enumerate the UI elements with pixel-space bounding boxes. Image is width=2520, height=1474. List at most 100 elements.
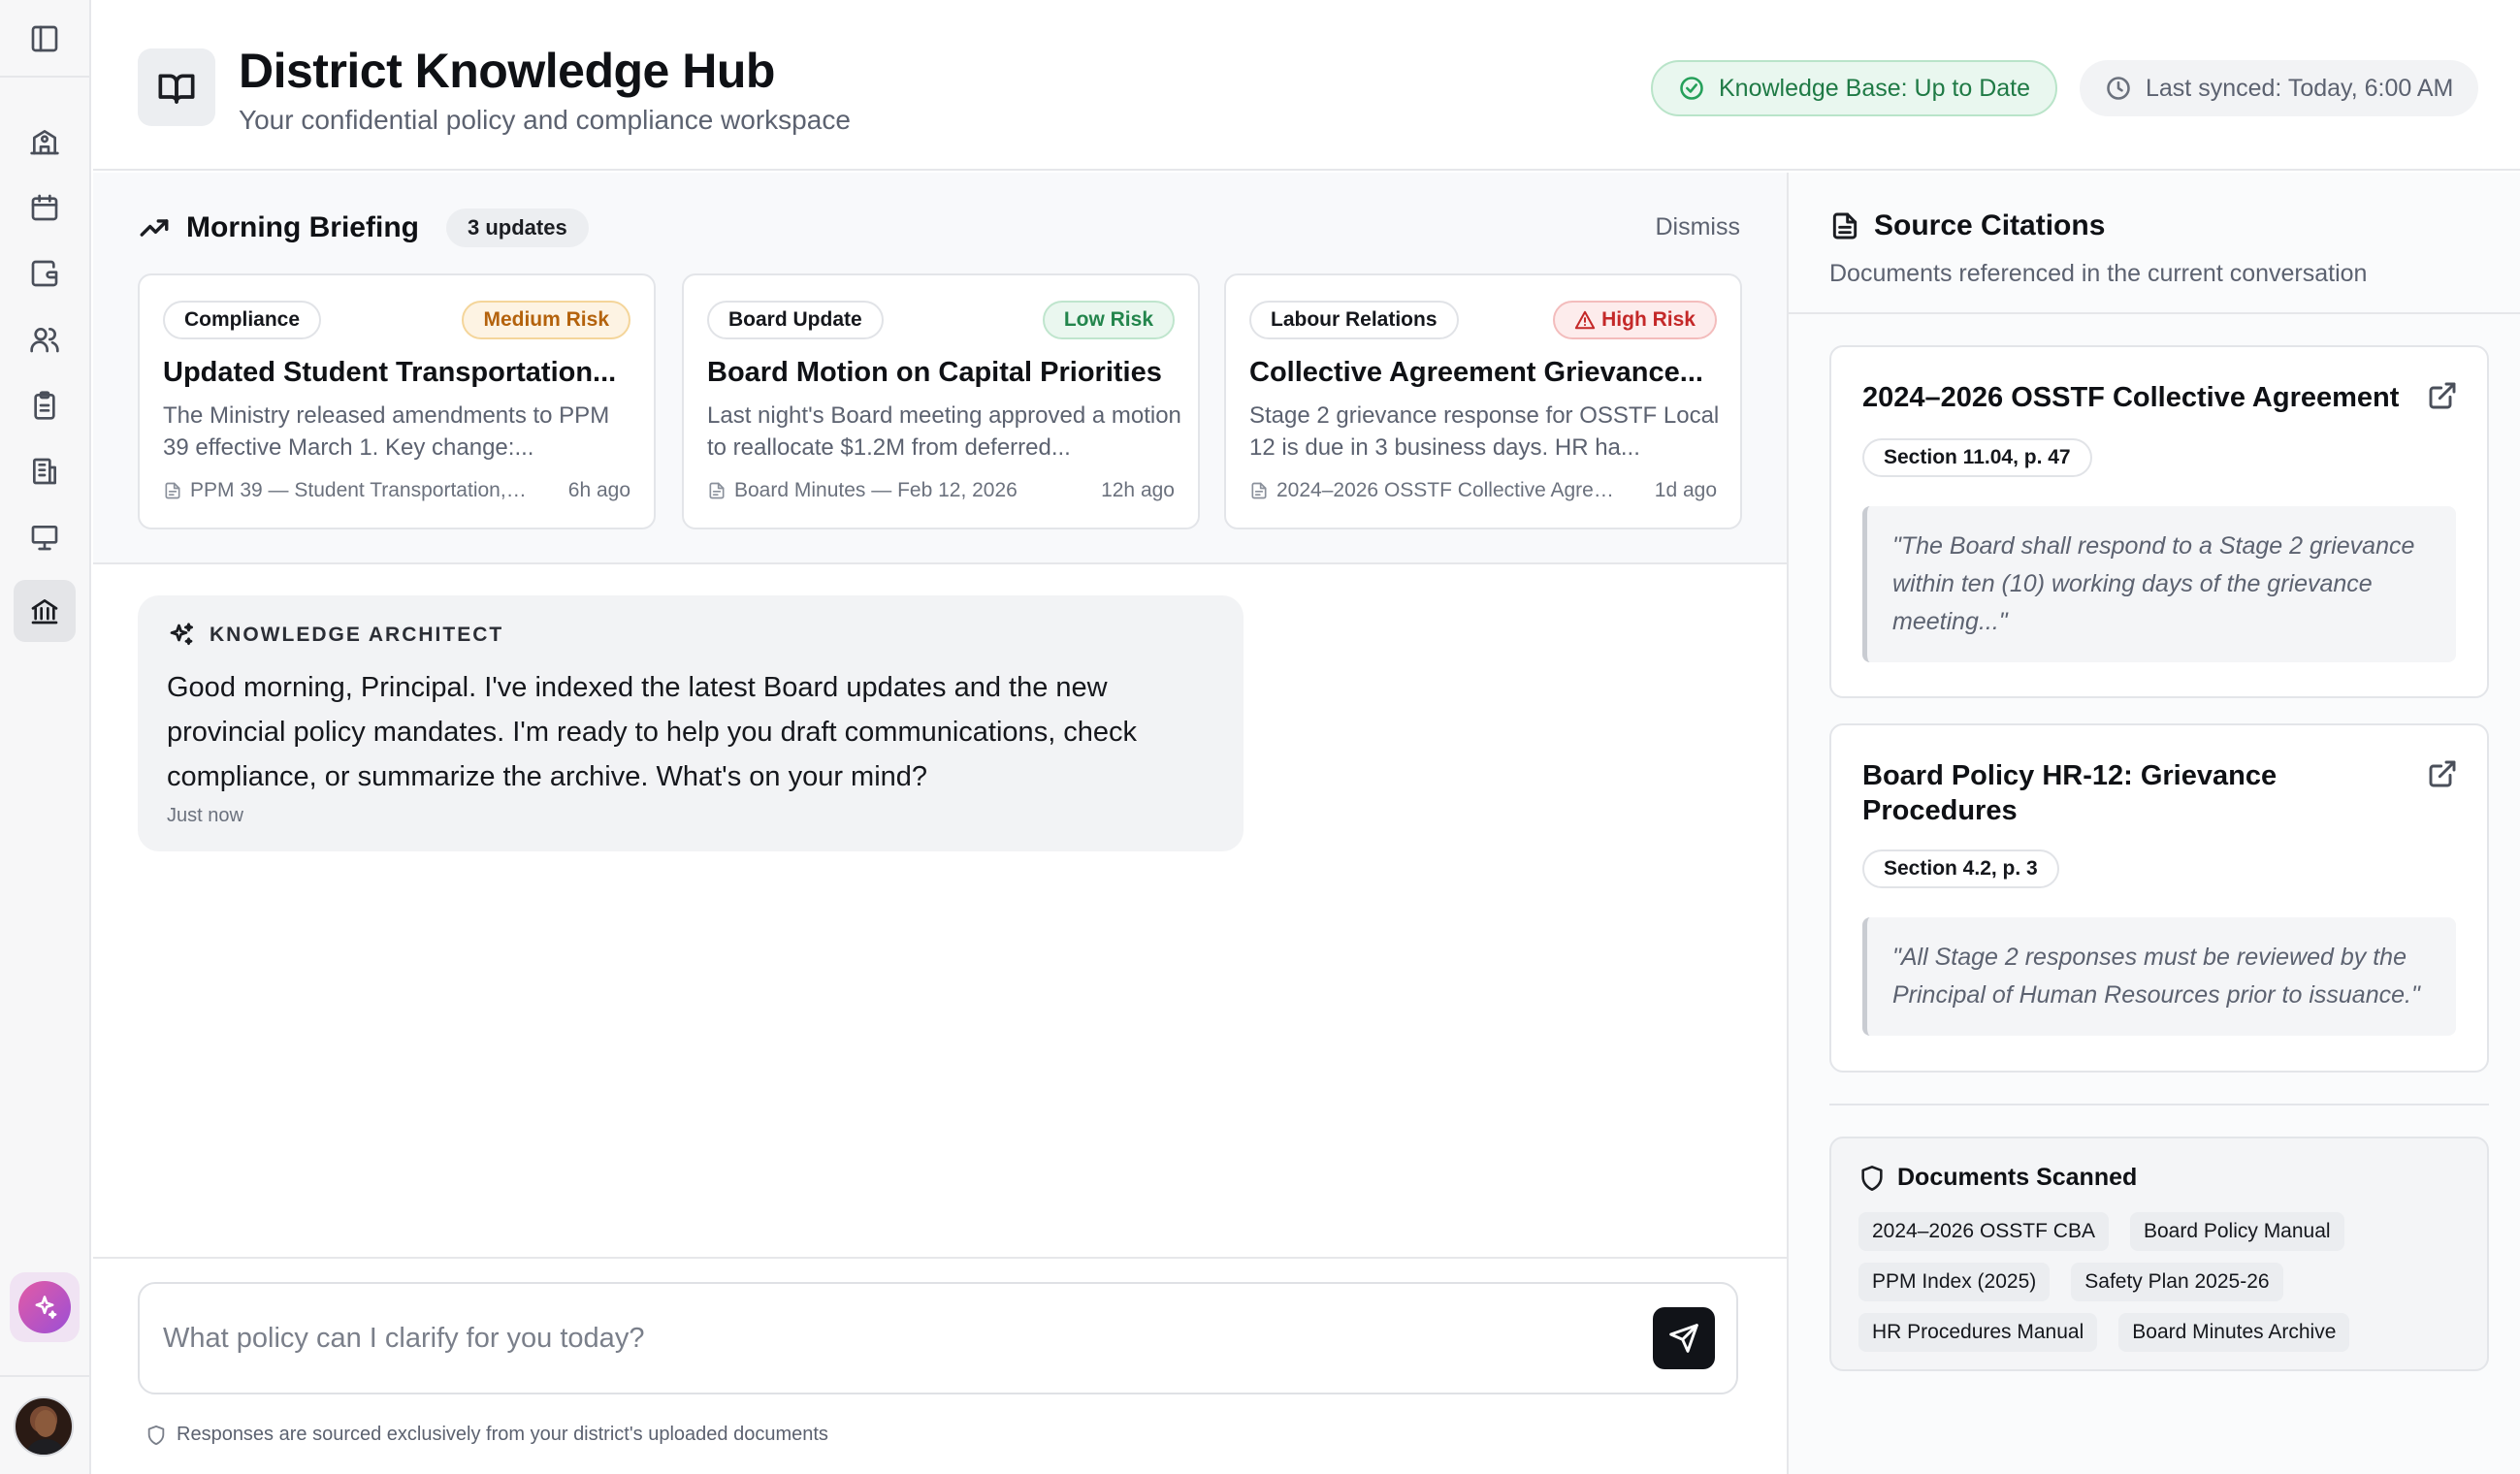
open-document-button[interactable] [2427,380,2458,411]
document-tag[interactable]: HR Procedures Manual [1858,1313,2098,1352]
sidebar-item-knowledge-hub[interactable] [14,580,76,642]
category-badge: Board Update [707,301,884,339]
source-text: PPM 39 — Student Transportation, 20... [190,479,532,501]
sidebar-item-calendar[interactable] [14,176,76,239]
document-tag[interactable]: 2024–2026 OSSTF CBA [1858,1212,2109,1251]
header: District Knowledge Hub Your confidential… [93,0,2520,171]
briefing-card-source: 2024–2026 OSSTF Collective Agreem... [1249,479,1618,502]
avatar[interactable] [14,1396,74,1457]
assistant-message: KNOWLEDGE ARCHITECT Good morning, Princi… [138,595,1244,851]
briefing-card[interactable]: Labour Relations High Risk Collective Ag… [1224,273,1742,529]
risk-badge: Low Risk [1042,301,1175,339]
document-tag[interactable]: Safety Plan 2025-26 [2071,1263,2283,1301]
main-content: Morning Briefing 3 updates Dismiss Compl… [93,173,1787,1474]
briefing-card-time: 12h ago [1101,479,1175,501]
briefing-card-description: Stage 2 grievance response for OSSTF Loc… [1249,402,1720,461]
morning-briefing: Morning Briefing 3 updates Dismiss Compl… [93,173,1787,564]
sidebar-item-building[interactable] [14,440,76,502]
briefing-card-description: The Ministry released amendments to PPM … [163,402,610,461]
disclaimer-text: Responses are sourced exclusively from y… [177,1424,828,1445]
citation-quote: "All Stage 2 responses must be reviewed … [1862,917,2456,1036]
shield-icon [1861,1165,1883,1191]
sparkles-icon [170,623,193,646]
trending-up-icon [140,219,169,237]
book-open-icon [158,74,195,104]
risk-badge: Medium Risk [462,301,630,339]
briefing-card-title: Updated Student Transportation... [163,357,617,388]
panel-header: Source Citations Documents referenced in… [1789,173,2520,314]
document-tags: 2024–2026 OSSTF CBA Board Policy Manual … [1858,1212,2479,1352]
send-button[interactable] [1653,1307,1715,1369]
source-disclaimer: Responses are sourced exclusively from y… [145,1424,828,1446]
sidebar-item-school[interactable] [14,111,76,173]
sidebar-item-presentation[interactable] [14,506,76,568]
sparkles-icon [35,1296,57,1319]
briefing-card-description: Last night's Board meeting approved a mo… [707,402,1181,461]
send-icon [1669,1324,1698,1353]
sidebar-item-wallet[interactable] [14,242,76,304]
knowledge-base-status-badge: Knowledge Base: Up to Date [1651,60,2058,116]
avatar-body [25,1439,66,1455]
sidebar-divider-bottom [0,1375,91,1377]
chat-input[interactable] [163,1311,1599,1365]
clock-icon [2107,77,2130,100]
shield-icon [147,1425,165,1445]
wallet-icon [31,260,58,287]
documents-scanned-header: Documents Scanned [1858,1164,2137,1192]
citation-card: Board Policy HR-12: Grievance Procedures… [1829,723,2489,1073]
avatar-face [35,1410,56,1437]
document-tag[interactable]: Board Minutes Archive [2118,1313,2350,1352]
last-synced-text: Last synced: Today, 6:00 AM [2146,74,2454,102]
file-icon [165,482,180,499]
risk-label: Low Risk [1063,308,1153,331]
sidebar [0,0,91,1474]
external-link-icon [2429,382,2456,409]
assistant-orb [18,1281,71,1333]
source-text: Board Minutes — Feb 12, 2026 [734,479,1018,501]
document-tag[interactable]: PPM Index (2025) [1858,1263,2051,1301]
alert-triangle-icon [1574,310,1596,330]
category-badge: Labour Relations [1249,301,1459,339]
school-icon [30,130,59,155]
briefing-header: Morning Briefing 3 updates [138,206,589,250]
building-icon [33,458,56,485]
documents-scanned: Documents Scanned 2024–2026 OSSTF CBA Bo… [1829,1137,2489,1371]
knowledge-base-status-text: Knowledge Base: Up to Date [1719,74,2031,102]
dismiss-button[interactable]: Dismiss [1656,213,1741,241]
ai-assistant-button[interactable] [10,1272,80,1342]
panel-subtitle: Documents referenced in the current conv… [1829,260,2368,287]
risk-label: Medium Risk [483,308,609,331]
briefing-card[interactable]: Compliance Medium Risk Updated Student T… [138,273,656,529]
briefing-card-time: 1d ago [1654,479,1717,501]
briefing-card-time: 6h ago [567,479,630,501]
briefing-card-source: Board Minutes — Feb 12, 2026 [707,479,1076,502]
landmark-icon [31,599,58,625]
source-text: 2024–2026 OSSTF Collective Agreem... [1276,479,1618,501]
sidebar-item-clipboard[interactable] [14,374,76,436]
message-text: Good morning, Principal. I've indexed th… [167,672,1138,792]
briefing-card-source: PPM 39 — Student Transportation, 20... [163,479,532,502]
briefing-card-title: Board Motion on Capital Priorities [707,357,1162,388]
citation-quote: "The Board shall respond to a Stage 2 gr… [1862,506,2456,662]
sidebar-item-users[interactable] [14,308,76,370]
message-time: Just now [167,805,243,826]
sidebar-divider [0,76,91,78]
file-icon [1251,482,1267,499]
page-subtitle: Your confidential policy and compliance … [239,105,851,135]
briefing-card-title: Collective Agreement Grievance... [1249,357,1703,388]
open-document-button[interactable] [2427,758,2458,789]
composer: Responses are sourced exclusively from y… [93,1257,1787,1474]
briefing-card[interactable]: Board Update Low Risk Board Motion on Ca… [682,273,1200,529]
category-badge: Compliance [163,301,322,339]
citation-card: 2024–2026 OSSTF Collective Agreement Sec… [1829,345,2489,698]
app-logo [138,48,215,126]
briefing-count-badge: 3 updates [445,208,589,247]
file-icon [709,482,725,499]
file-text-icon [1832,212,1858,240]
panel-title: Source Citations [1829,209,2105,242]
section-badge: Section 11.04, p. 47 [1862,438,2092,477]
document-tag[interactable]: Board Policy Manual [2129,1212,2344,1251]
panel-divider [1829,1104,2489,1106]
panel-toggle-button[interactable] [14,8,76,70]
users-icon [30,328,59,353]
